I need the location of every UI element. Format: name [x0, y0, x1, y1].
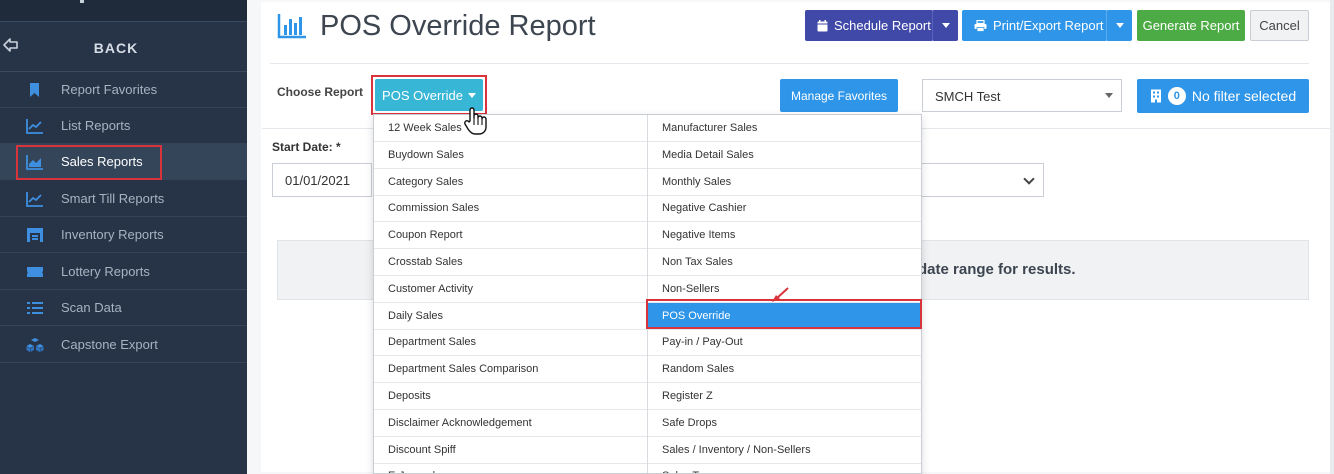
sidebar-item-smart-till-reports[interactable]: Smart Till Reports [0, 181, 247, 217]
dropdown-item[interactable]: Media Detail Sales [648, 142, 921, 169]
dropdown-item[interactable]: Random Sales [648, 356, 921, 383]
dropdown-item[interactable]: Daily Sales [374, 303, 647, 330]
start-date-label: Start Date: * [272, 140, 341, 154]
dropdown-item[interactable]: Manufacturer Sales [648, 115, 921, 142]
dropdown-item[interactable]: Monthly Sales [648, 169, 921, 196]
dropdown-item[interactable]: Buydown Sales [374, 142, 647, 169]
header-divider [270, 63, 1309, 64]
sidebar-item-capstone-export[interactable]: Capstone Export [0, 327, 247, 363]
sidebar-item-label: Scan Data [61, 300, 122, 315]
sidebar-item-label: List Reports [61, 118, 131, 133]
filter-label: No filter selected [1191, 88, 1297, 104]
dropdown-item[interactable]: Non Tax Sales [648, 249, 921, 276]
sidebar-item-inventory-reports[interactable]: Inventory Reports [0, 217, 247, 253]
dropdown-item[interactable]: Safe Drops [648, 410, 921, 437]
dropdown-item[interactable]: 12 Week Sales [374, 115, 647, 142]
print-export-dropdown-toggle[interactable] [1106, 10, 1132, 41]
dropdown-item[interactable]: Deposits [374, 383, 647, 410]
filter-count-badge: 0 [1167, 87, 1186, 105]
range-select[interactable] [915, 163, 1044, 197]
sidebar-item-lottery-reports[interactable]: Lottery Reports [0, 254, 247, 290]
schedule-report-button[interactable]: Schedule Report [805, 10, 933, 41]
dropdown-item[interactable]: Coupon Report [374, 222, 647, 249]
dropdown-item[interactable]: Register Z [648, 383, 921, 410]
sidebar-item-label: Smart Till Reports [61, 191, 165, 206]
sidebar-item-scan-data[interactable]: Scan Data [0, 290, 247, 326]
sidebar-item-list-reports[interactable]: List Reports [0, 108, 247, 144]
bar-chart-icon [277, 14, 306, 39]
sidebar-top-strip [0, 0, 247, 22]
dropdown-item[interactable]: Department Sales Comparison [374, 356, 647, 383]
caret-down-icon [1105, 93, 1113, 98]
results-message: date range for results. [918, 261, 1076, 278]
caret-down-icon [941, 23, 950, 28]
print-export-label: Print/Export Report [993, 18, 1104, 33]
sales-reports-highlight [16, 145, 162, 180]
dropdown-item[interactable]: Negative Items [648, 222, 921, 249]
generate-report-button[interactable]: Generate Report [1137, 10, 1245, 41]
dropdown-item[interactable]: Commission Sales [374, 195, 647, 222]
sidebar: BACK Report Favorites List Reports Sales… [0, 0, 247, 474]
ticket-icon [27, 267, 43, 277]
annotation-arrow-icon [772, 287, 789, 302]
report-select-value: POS Override [382, 87, 463, 103]
print-export-button[interactable]: Print/Export Report [962, 10, 1107, 41]
schedule-report-dropdown-toggle[interactable] [932, 10, 958, 41]
top-strip-marker [80, 0, 84, 3]
dropdown-item[interactable]: Disclaimer Acknowledgement [374, 410, 647, 437]
schedule-report-label: Schedule Report [834, 18, 931, 33]
start-date-input[interactable]: 01/01/2021 [272, 163, 372, 197]
choose-report-label: Choose Report [277, 85, 364, 99]
sidebar-item-label: Lottery Reports [61, 264, 150, 279]
page-title: POS Override Report [320, 10, 596, 42]
back-button[interactable]: BACK [0, 40, 232, 56]
hand-cursor-icon [464, 107, 487, 135]
cancel-button[interactable]: Cancel [1250, 10, 1309, 41]
page-scrollbar[interactable] [1330, 0, 1334, 474]
calendar-icon [817, 19, 828, 31]
dropdown-item[interactable]: Department Sales [374, 329, 647, 356]
list-icon [27, 302, 43, 314]
caret-down-icon [467, 92, 476, 98]
sidebar-item-label: Inventory Reports [61, 227, 164, 242]
dropdown-item[interactable]: Category Sales [374, 169, 647, 196]
store-select-value: SMCH Test [935, 89, 1001, 104]
dropdown-item[interactable]: Pay-in / Pay-Out [648, 329, 921, 356]
dropdown-item[interactable]: Crosstab Sales [374, 249, 647, 276]
sidebar-item-label: Report Favorites [61, 82, 158, 97]
dropdown-item[interactable]: Sales Tax [648, 463, 921, 473]
report-dropdown-menu: 12 Week Sales Buydown Sales Category Sales… [373, 114, 922, 474]
sidebar-item-report-favorites[interactable]: Report Favorites [0, 72, 247, 108]
store-select[interactable]: SMCH Test [922, 79, 1122, 112]
manage-favorites-button[interactable]: Manage Favorites [780, 79, 898, 112]
sidebar-item-label: Capstone Export [61, 337, 158, 352]
dropdown-item[interactable]: Sales / Inventory / Non-Sellers [648, 437, 921, 464]
line-chart-icon [26, 192, 43, 207]
dropdown-item[interactable]: E-Journal [374, 463, 647, 473]
dropdown-item[interactable]: Negative Cashier [648, 195, 921, 222]
line-chart-icon [26, 119, 43, 134]
dropdown-item[interactable]: Customer Activity [374, 276, 647, 303]
print-icon [974, 19, 987, 32]
dropdown-item[interactable]: Discount Spiff [374, 437, 647, 464]
filter-button[interactable]: 0 No filter selected [1137, 79, 1309, 113]
cubes-icon [26, 338, 44, 352]
building-icon [1150, 89, 1161, 103]
warehouse-icon [27, 228, 43, 242]
bookmark-icon [30, 83, 39, 97]
chevron-down-icon [1023, 173, 1035, 185]
caret-down-icon [1115, 23, 1124, 28]
